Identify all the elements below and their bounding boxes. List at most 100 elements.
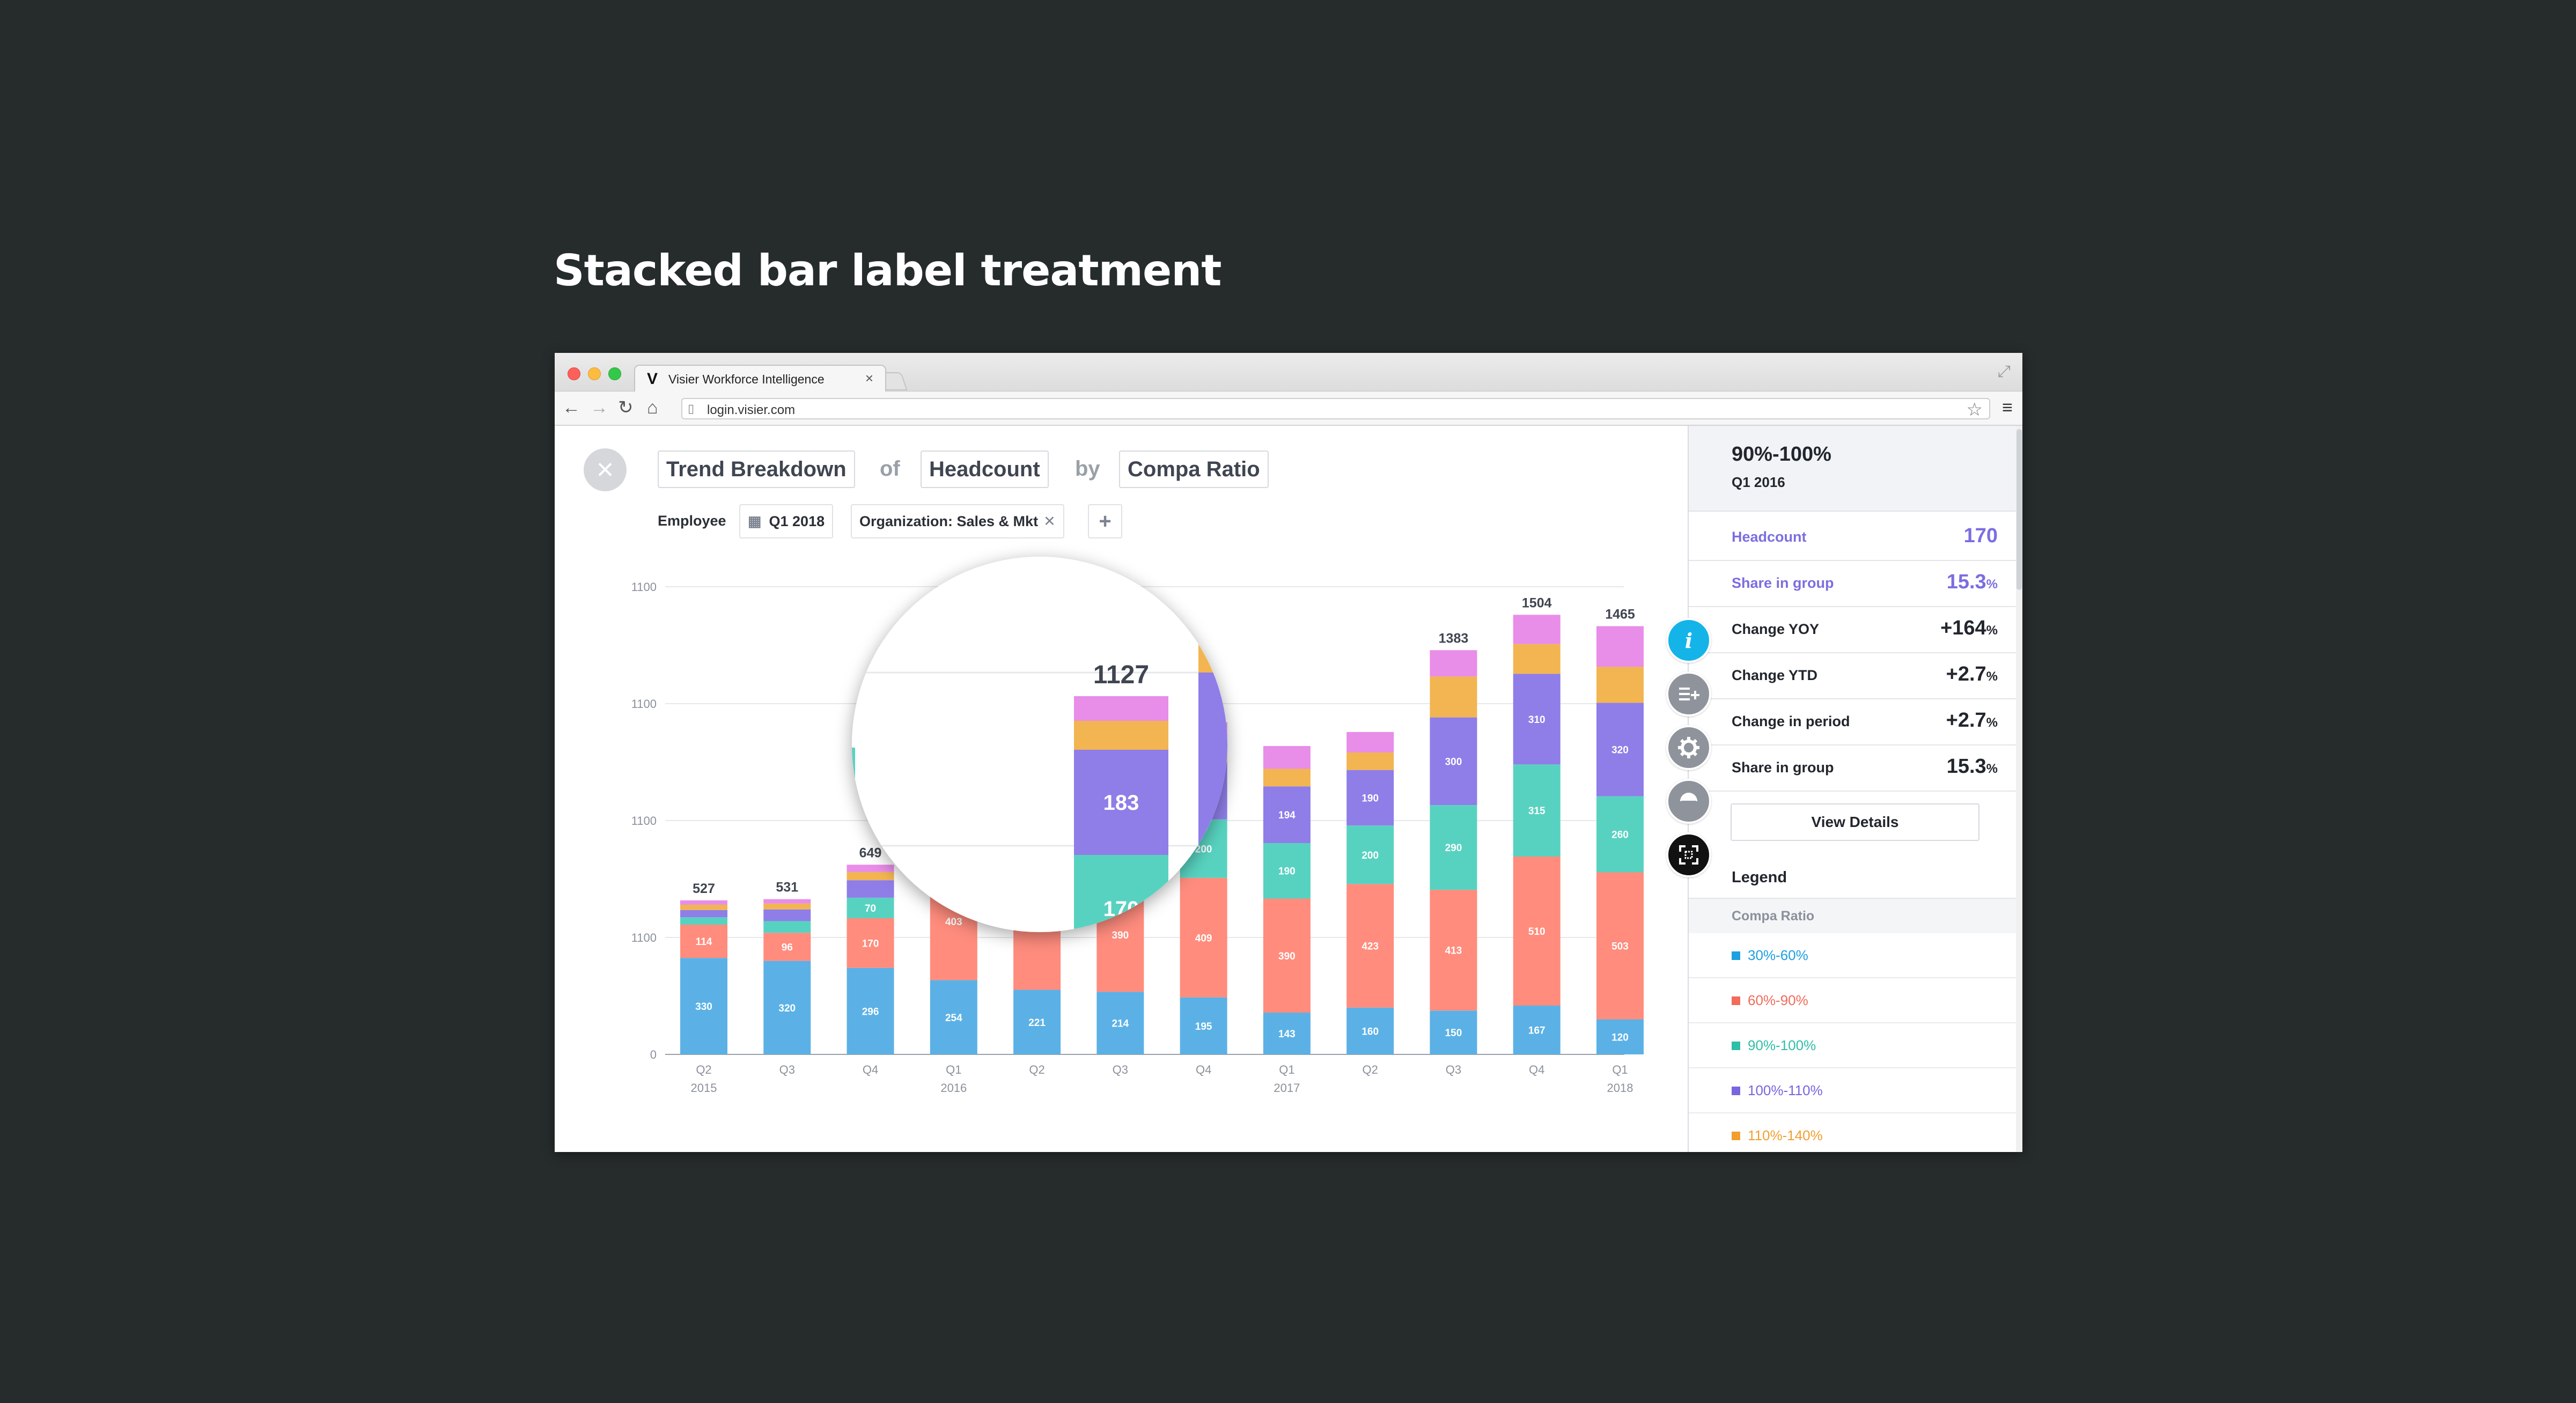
metric-number: 15.3 — [1946, 571, 1986, 593]
x-tick-year: 2018 — [1607, 1081, 1633, 1095]
bar-segment[interactable] — [1513, 615, 1561, 644]
magnified-segment[interactable] — [1074, 721, 1168, 750]
x-tick-quarter: Q3 — [1113, 1063, 1128, 1076]
stacked-bar[interactable]: 167 510 315 310 1504 — [1513, 595, 1561, 1054]
x-tick-quarter: Q2 — [1363, 1063, 1378, 1076]
forward-arrow-icon[interactable]: → — [590, 397, 608, 418]
page-title: Stacked bar label treatment — [554, 246, 1221, 296]
bar-total-label: 649 — [859, 845, 882, 860]
back-arrow-icon[interactable]: ← — [562, 397, 580, 418]
address-bar[interactable]: ▯ login.visier.com ☆ — [681, 398, 1990, 420]
panel-scrollbar[interactable] — [2016, 426, 2022, 1152]
stacked-bar[interactable]: 320 96 531 — [763, 880, 811, 1054]
fullscreen-arrows-icon[interactable]: ⤢ — [1998, 363, 2011, 381]
bar-segment[interactable] — [680, 904, 727, 910]
magnified-segment[interactable] — [1074, 696, 1168, 721]
settings-button[interactable] — [1666, 725, 1711, 770]
metric-value: 170 — [1964, 525, 1998, 548]
info-button[interactable]: i — [1666, 618, 1711, 663]
legend-swatch — [1732, 1087, 1740, 1095]
legend-item[interactable]: 110%-140% — [1689, 1113, 2016, 1152]
bar-segment[interactable] — [1263, 769, 1311, 787]
metric-number: +164 — [1940, 617, 1986, 639]
browser-tab[interactable]: V Visier Workforce Intelligence × — [634, 365, 886, 392]
bar-segment[interactable] — [1513, 644, 1561, 674]
svg-text:i: i — [1685, 629, 1692, 652]
browser-window: V Visier Workforce Intelligence × ⤢ ← → … — [555, 353, 2022, 1152]
bar-segment[interactable] — [763, 899, 811, 904]
metric-row: Share in group 15.3% — [1689, 745, 2016, 792]
tab-title: Visier Workforce Intelligence — [668, 372, 825, 386]
bar-segment[interactable] — [763, 903, 811, 910]
close-window-button[interactable] — [568, 367, 580, 380]
magnified-segment-label: 60 — [1268, 709, 1292, 733]
segment-value-label: 120 — [1611, 1032, 1629, 1043]
browser-menu-icon[interactable]: ≡ — [2002, 398, 2013, 417]
stacked-bar[interactable]: 160 423 200 190 — [1346, 732, 1394, 1054]
segment-value-label: 300 — [1445, 756, 1462, 767]
view-details-button[interactable]: View Details — [1731, 803, 1979, 841]
segment-value-label: 195 — [1195, 1021, 1212, 1032]
maximize-window-button[interactable] — [608, 367, 621, 380]
stacked-bar[interactable]: 143 390 190 194 — [1263, 746, 1311, 1054]
bar-segment[interactable] — [847, 880, 894, 898]
bar-segment[interactable] — [763, 909, 811, 921]
legend-item[interactable]: 90%-100% — [1689, 1023, 2016, 1068]
stacked-bar[interactable]: 150 413 290 300 1383 — [1430, 631, 1477, 1054]
metric-row: Share in group 15.3% — [1689, 561, 2016, 607]
stacked-bar[interactable]: 120 503 260 320 1465 — [1596, 607, 1644, 1054]
bar-segment[interactable] — [680, 910, 727, 918]
bar-segment[interactable] — [680, 917, 727, 925]
segment-value-label: 114 — [696, 936, 712, 948]
segment-value-label: 423 — [1361, 941, 1379, 952]
bar-segment[interactable] — [680, 900, 727, 905]
tab-close-icon[interactable]: × — [865, 370, 873, 387]
bookmark-star-icon[interactable]: ☆ — [1967, 399, 1983, 420]
legend-item[interactable]: 30%-60% — [1689, 933, 2016, 978]
bar-segment[interactable] — [763, 921, 811, 933]
bar-segment[interactable] — [1346, 732, 1394, 753]
metric-row: Change YTD +2.7% — [1689, 653, 2016, 699]
bar-segment[interactable] — [1596, 626, 1644, 667]
x-tick-quarter: Q1 — [1279, 1063, 1294, 1076]
bar-total-label: 1504 — [1522, 595, 1552, 610]
y-tick-label: 1100 — [631, 931, 657, 944]
minimize-window-button[interactable] — [588, 367, 601, 380]
home-icon[interactable]: ⌂ — [647, 397, 658, 418]
segment-value-label: 310 — [1528, 714, 1545, 726]
bar-total-label: 1383 — [1439, 631, 1469, 646]
navigation-bar: ← → ↻ ⌂ ▯ login.visier.com ☆ ≡ — [555, 392, 2022, 426]
magnifier-lens — [852, 557, 1227, 932]
segment-value-label: 390 — [1278, 951, 1296, 962]
legend-label: 90%-100% — [1748, 1037, 1816, 1053]
x-tick-year: 2015 — [691, 1081, 717, 1095]
metric-number: 15.3 — [1946, 755, 1986, 778]
bar-segment[interactable] — [847, 865, 894, 872]
fullscreen-button[interactable] — [1666, 832, 1711, 877]
selected-segment-title: 90%-100% — [1732, 443, 1831, 466]
segment-value-label: 413 — [1445, 946, 1462, 957]
bar-segment[interactable] — [847, 872, 894, 881]
stacked-bar[interactable]: 330 114 527 — [680, 881, 727, 1054]
bar-segment[interactable] — [1346, 752, 1394, 770]
add-list-button[interactable] — [1666, 671, 1711, 717]
segment-value-label: 320 — [778, 1003, 796, 1014]
magnified-segment[interactable] — [1233, 704, 1327, 737]
x-tick-quarter: Q3 — [1446, 1063, 1461, 1076]
segment-value-label: 315 — [1528, 806, 1545, 817]
legend-item[interactable]: 100%-110% — [1689, 1068, 2016, 1113]
contrast-button[interactable] — [1666, 779, 1711, 824]
x-tick-quarter: Q4 — [1196, 1063, 1211, 1076]
bar-segment[interactable] — [1263, 746, 1311, 769]
stacked-bar[interactable]: 296 170 70 649 — [847, 845, 894, 1054]
magnified-segment[interactable] — [1233, 674, 1327, 704]
reload-icon[interactable]: ↻ — [618, 397, 634, 418]
metric-label: Headcount — [1732, 529, 1807, 545]
scrollbar-thumb[interactable] — [2016, 429, 2022, 590]
segment-value-label: 409 — [1195, 933, 1212, 944]
analysis-area: × Trend Breakdown of Headcount by Compa … — [555, 426, 1688, 1152]
legend-item[interactable]: 60%-90% — [1689, 978, 2016, 1023]
bar-segment[interactable] — [1596, 667, 1644, 703]
bar-segment[interactable] — [1430, 676, 1477, 718]
bar-segment[interactable] — [1430, 650, 1477, 677]
